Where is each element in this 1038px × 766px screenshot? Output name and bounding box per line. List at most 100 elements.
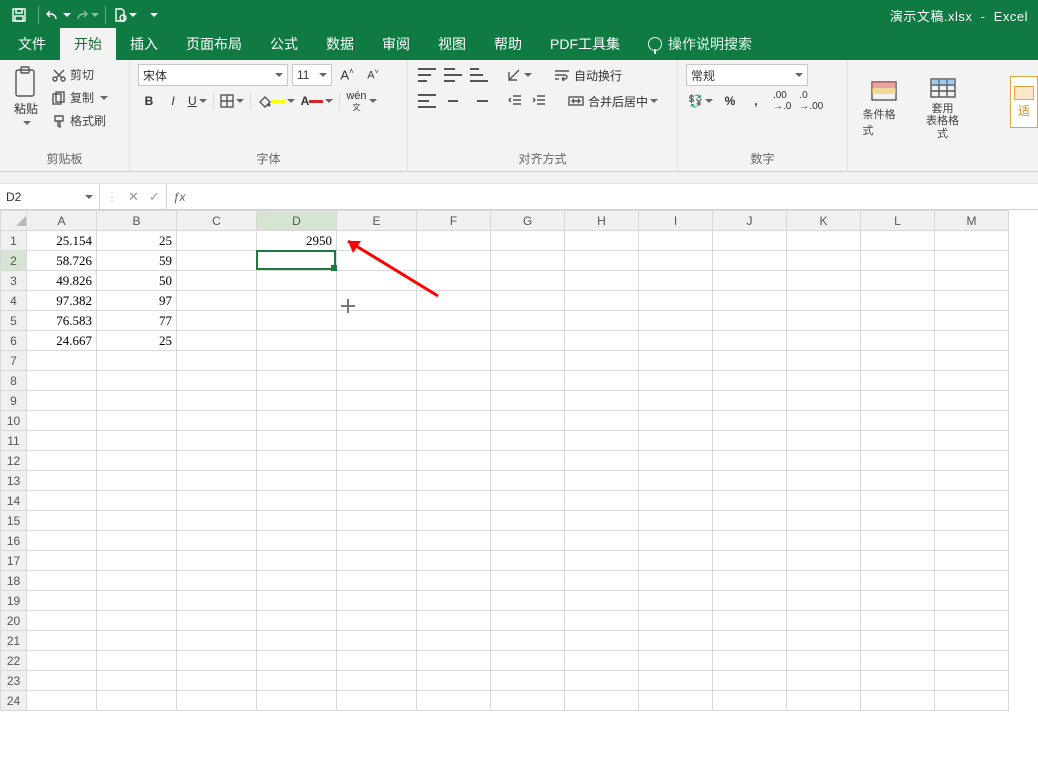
cell[interactable] [27, 431, 97, 451]
cell[interactable] [177, 351, 257, 371]
cell[interactable] [787, 371, 861, 391]
fill-color-button[interactable] [255, 90, 297, 112]
cell[interactable] [177, 571, 257, 591]
cell[interactable] [257, 551, 337, 571]
row-header[interactable]: 19 [1, 591, 27, 611]
cell[interactable] [861, 551, 935, 571]
cell[interactable] [257, 391, 337, 411]
cell[interactable] [639, 491, 713, 511]
cell[interactable] [337, 531, 417, 551]
cell[interactable] [639, 331, 713, 351]
align-left-button[interactable] [416, 90, 438, 112]
print-preview-button[interactable] [112, 2, 138, 28]
cell[interactable] [787, 251, 861, 271]
cell[interactable] [491, 511, 565, 531]
cell[interactable] [417, 311, 491, 331]
cell[interactable] [713, 471, 787, 491]
underline-button[interactable]: U [186, 90, 209, 112]
cell[interactable] [565, 351, 639, 371]
cell[interactable] [861, 271, 935, 291]
row-header[interactable]: 15 [1, 511, 27, 531]
cell[interactable] [177, 471, 257, 491]
cell[interactable] [713, 231, 787, 251]
cell[interactable] [337, 491, 417, 511]
cell[interactable] [787, 411, 861, 431]
cell[interactable] [787, 491, 861, 511]
cell[interactable] [713, 411, 787, 431]
cell[interactable] [177, 671, 257, 691]
cell[interactable] [491, 611, 565, 631]
row-header[interactable]: 8 [1, 371, 27, 391]
row-header[interactable]: 23 [1, 671, 27, 691]
cell[interactable] [639, 251, 713, 271]
cell[interactable] [177, 631, 257, 651]
cell[interactable] [337, 691, 417, 711]
cell[interactable] [713, 371, 787, 391]
align-right-button[interactable] [468, 90, 490, 112]
row-header[interactable]: 24 [1, 691, 27, 711]
cell[interactable] [491, 391, 565, 411]
cell[interactable] [177, 291, 257, 311]
cut-button[interactable]: 剪切 [50, 64, 110, 85]
borders-button[interactable] [218, 90, 246, 112]
cell[interactable] [177, 411, 257, 431]
cell[interactable] [491, 651, 565, 671]
cell[interactable] [27, 471, 97, 491]
cell[interactable] [935, 551, 1009, 571]
cell[interactable] [861, 431, 935, 451]
row-header[interactable]: 22 [1, 651, 27, 671]
cell[interactable] [639, 571, 713, 591]
cell[interactable] [491, 631, 565, 651]
cell[interactable] [27, 451, 97, 471]
cell[interactable] [639, 391, 713, 411]
cell[interactable] [713, 271, 787, 291]
cell[interactable] [935, 651, 1009, 671]
cell[interactable] [97, 691, 177, 711]
enter-button[interactable]: ✓ [149, 189, 160, 205]
format-painter-button[interactable]: 格式刷 [50, 110, 110, 131]
cell[interactable] [713, 531, 787, 551]
cell[interactable] [417, 671, 491, 691]
cell[interactable] [787, 671, 861, 691]
cell[interactable] [639, 691, 713, 711]
cell[interactable] [935, 411, 1009, 431]
cell[interactable] [491, 291, 565, 311]
cell[interactable] [713, 571, 787, 591]
cell[interactable] [565, 591, 639, 611]
cell[interactable] [177, 451, 257, 471]
cell[interactable] [257, 531, 337, 551]
percent-button[interactable]: % [719, 90, 741, 112]
cell[interactable] [861, 611, 935, 631]
tab-home[interactable]: 开始 [60, 28, 116, 60]
cell[interactable] [97, 371, 177, 391]
cell[interactable] [639, 311, 713, 331]
cell[interactable]: 50 [97, 271, 177, 291]
cell[interactable] [491, 691, 565, 711]
cell[interactable] [565, 571, 639, 591]
cell[interactable] [639, 651, 713, 671]
cell[interactable] [935, 531, 1009, 551]
cell[interactable] [417, 391, 491, 411]
cell[interactable] [177, 431, 257, 451]
cell[interactable] [639, 371, 713, 391]
cancel-button[interactable]: ✕ [128, 189, 139, 205]
cell[interactable] [177, 271, 257, 291]
italic-button[interactable]: I [162, 90, 184, 112]
cell[interactable] [861, 351, 935, 371]
cell[interactable] [417, 271, 491, 291]
cell[interactable] [787, 231, 861, 251]
cell[interactable] [337, 631, 417, 651]
font-name-select[interactable]: 宋体 [138, 64, 288, 86]
cell[interactable] [257, 411, 337, 431]
cell[interactable] [639, 591, 713, 611]
tab-file[interactable]: 文件 [4, 28, 60, 60]
cell[interactable] [639, 431, 713, 451]
row-header[interactable]: 21 [1, 631, 27, 651]
cell[interactable] [935, 691, 1009, 711]
cell[interactable] [97, 631, 177, 651]
formula-input[interactable] [192, 184, 1038, 209]
cell[interactable] [639, 631, 713, 651]
number-format-select[interactable]: 常规 [686, 64, 808, 86]
cell[interactable] [861, 671, 935, 691]
cell[interactable] [935, 251, 1009, 271]
